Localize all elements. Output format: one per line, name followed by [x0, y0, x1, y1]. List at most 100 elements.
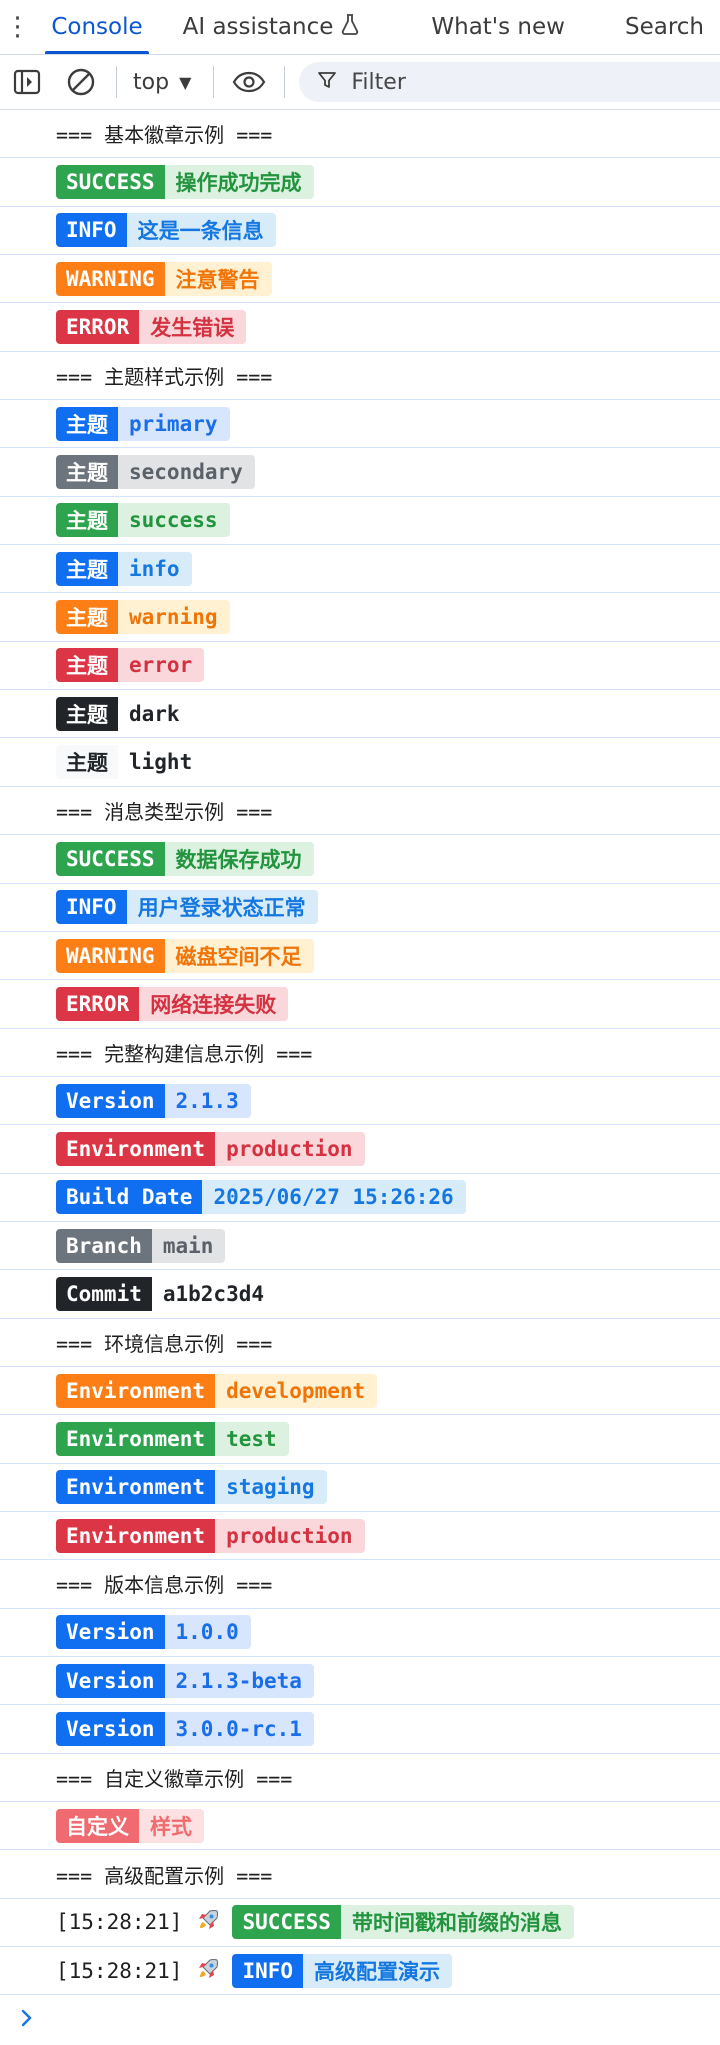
section-header-row: === 高级配置示例 === — [0, 1850, 720, 1899]
log-row: [15:28:21] SUCCESS 带时间戳和前缀的消息 — [0, 1899, 720, 1948]
badge-value: info — [118, 551, 192, 586]
badge-label: ERROR — [56, 986, 140, 1021]
section-header: === 环境信息示例 === — [56, 1331, 273, 1356]
badge-value: 注意警告 — [164, 261, 272, 296]
section-header-row: === 消息类型示例 === — [0, 787, 720, 836]
badge-warning: Environment development — [56, 1373, 378, 1408]
badge-info: 主题 info — [56, 551, 192, 586]
log-row: Version 2.1.3 — [0, 1077, 720, 1126]
badge-label: 主题 — [56, 503, 118, 538]
tab-search[interactable]: Search — [609, 0, 720, 54]
badge-value: a1b2c3d4 — [151, 1276, 277, 1311]
tab-search-label: Search — [624, 14, 704, 40]
section-header-row: === 完整构建信息示例 === — [0, 1029, 720, 1077]
log-row: WARNING 注意警告 — [0, 255, 720, 304]
badge-value: 用户登录状态正常 — [126, 890, 318, 925]
badge-value: 1.0.0 — [164, 1615, 251, 1650]
badge-value: 带时间戳和前缀的消息 — [340, 1905, 574, 1940]
badge-label: Environment — [56, 1518, 216, 1553]
log-row: INFO 这是一条信息 — [0, 207, 720, 256]
log-row: 主题 error — [0, 642, 720, 691]
section-header-row: === 版本信息示例 === — [0, 1560, 720, 1609]
log-row: Version 1.0.0 — [0, 1609, 720, 1657]
badge-warning: WARNING 磁盘空间不足 — [56, 938, 314, 973]
eye-icon[interactable] — [222, 55, 276, 109]
badge-value: 2025/06/27 15:26:26 — [202, 1180, 466, 1215]
section-header: === 主题样式示例 === — [56, 364, 273, 389]
timestamp-prefix: [15:28:21] — [56, 1958, 183, 1983]
tab-ai-assistance[interactable]: AI assistance — [167, 0, 376, 54]
badge-value: 2.1.3 — [164, 1083, 251, 1118]
badge-value: 发生错误 — [139, 310, 247, 345]
badge-value: test — [215, 1421, 289, 1456]
filter-input[interactable] — [349, 68, 654, 96]
tab-whats-new[interactable]: What's new — [415, 0, 581, 54]
log-row: 主题 dark — [0, 690, 720, 739]
badge-error: Environment production — [56, 1131, 365, 1166]
badge-value: 数据保存成功 — [164, 841, 314, 876]
section-header-row: === 自定义徽章示例 === — [0, 1754, 720, 1803]
context-selector[interactable]: top ▼ — [125, 70, 205, 95]
clear-console-icon[interactable] — [54, 55, 108, 109]
badge-label: 主题 — [56, 600, 118, 635]
log-row: 主题 light — [0, 738, 720, 787]
badge-label: 自定义 — [56, 1808, 139, 1843]
badge-value: production — [215, 1518, 365, 1553]
section-header: === 完整构建信息示例 === — [56, 1041, 313, 1066]
log-row: 主题 warning — [0, 593, 720, 642]
log-row: ERROR 网络连接失败 — [0, 980, 720, 1029]
log-row: Branch main — [0, 1222, 720, 1271]
badge-custom: 自定义 样式 — [56, 1808, 204, 1843]
badge-value: main — [151, 1228, 226, 1263]
badge-value: light — [118, 745, 205, 780]
log-row: 自定义 样式 — [0, 1802, 720, 1851]
badge-value: production — [215, 1131, 365, 1166]
badge-info: Environment staging — [56, 1470, 327, 1505]
toolbar-divider — [284, 66, 286, 98]
badge-value: warning — [118, 600, 230, 635]
badge-value: staging — [215, 1470, 327, 1505]
badge-light: 主题 light — [56, 745, 205, 780]
console-prompt[interactable] — [0, 1995, 720, 2045]
badge-secondary: Branch main — [56, 1228, 226, 1263]
badge-label: INFO — [56, 890, 127, 925]
section-header: === 高级配置示例 === — [56, 1863, 273, 1888]
badge-label: 主题 — [56, 551, 118, 586]
filter-box — [299, 62, 720, 102]
section-header-row: === 主题样式示例 === — [0, 352, 720, 401]
badge-value: 样式 — [139, 1808, 204, 1843]
badge-label: Version — [56, 1615, 165, 1650]
badge-info: INFO 高级配置演示 — [232, 1953, 453, 1988]
log-row: ERROR 发生错误 — [0, 303, 720, 352]
badge-label: 主题 — [56, 696, 118, 731]
badge-value: 操作成功完成 — [164, 165, 314, 200]
badge-value: secondary — [118, 455, 255, 490]
tab-console[interactable]: Console — [35, 0, 158, 54]
badge-label: Version — [56, 1663, 165, 1698]
badge-label: 主题 — [56, 455, 118, 490]
log-row: Environment staging — [0, 1464, 720, 1512]
badge-label: Environment — [56, 1470, 216, 1505]
badge-label: Branch — [56, 1228, 152, 1263]
tab-console-label: Console — [51, 14, 143, 40]
badge-info: Build Date 2025/06/27 15:26:26 — [56, 1180, 466, 1215]
context-selector-label: top — [133, 69, 170, 95]
log-row: INFO 用户登录状态正常 — [0, 884, 720, 932]
badge-label: 主题 — [56, 406, 118, 441]
badge-label: 主题 — [56, 648, 118, 683]
timestamp-prefix: [15:28:21] — [56, 1910, 183, 1935]
badge-info: INFO 这是一条信息 — [56, 213, 276, 248]
badge-dark: Commit a1b2c3d4 — [56, 1276, 277, 1311]
badge-error: ERROR 网络连接失败 — [56, 986, 289, 1021]
log-row: Version 3.0.0-rc.1 — [0, 1705, 720, 1754]
section-header: === 消息类型示例 === — [56, 799, 273, 824]
more-options-icon[interactable]: ⋮ — [0, 0, 35, 54]
rocket-icon — [196, 1957, 220, 1985]
log-row: 主题 info — [0, 545, 720, 594]
badge-success: SUCCESS 数据保存成功 — [56, 841, 314, 876]
badge-label: SUCCESS — [232, 1905, 341, 1940]
sidebar-toggle-icon[interactable] — [0, 55, 54, 109]
devtools-tab-bar: ⋮ Console AI assistance What's new Searc… — [0, 0, 720, 55]
badge-value: error — [118, 648, 205, 683]
flask-icon — [341, 13, 359, 41]
